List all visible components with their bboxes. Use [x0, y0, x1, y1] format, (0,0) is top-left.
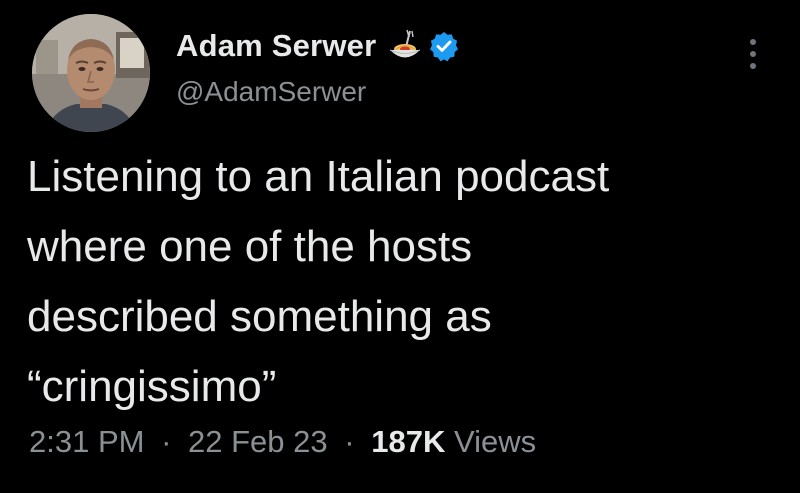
avatar-image — [32, 14, 150, 132]
tweet-time[interactable]: 2:31 PM — [29, 424, 144, 459]
name-row: Adam Serwer — [176, 26, 460, 66]
tweet-date[interactable]: 22 Feb 23 — [188, 424, 328, 459]
tweet-text: Listening to an Italian podcast where on… — [27, 152, 610, 411]
spaghetti-emoji-icon — [386, 29, 424, 63]
tweet-meta: 2:31 PM · 22 Feb 23 · 187K Views — [29, 424, 536, 460]
views-count: 187K — [371, 424, 446, 459]
avatar[interactable] — [32, 14, 150, 132]
meta-separator: · — [344, 424, 355, 459]
verified-badge-icon — [428, 30, 460, 62]
tweet-card: Adam Serwer @AdamSerwer Listening to an … — [0, 0, 800, 493]
views-label: Views — [453, 424, 537, 459]
meta-separator: · — [161, 424, 172, 459]
display-name[interactable]: Adam Serwer — [176, 28, 376, 64]
author-info: Adam Serwer @AdamSerwer — [176, 26, 460, 108]
more-vertical-icon[interactable] — [744, 34, 762, 74]
user-handle[interactable]: @AdamSerwer — [176, 76, 460, 108]
